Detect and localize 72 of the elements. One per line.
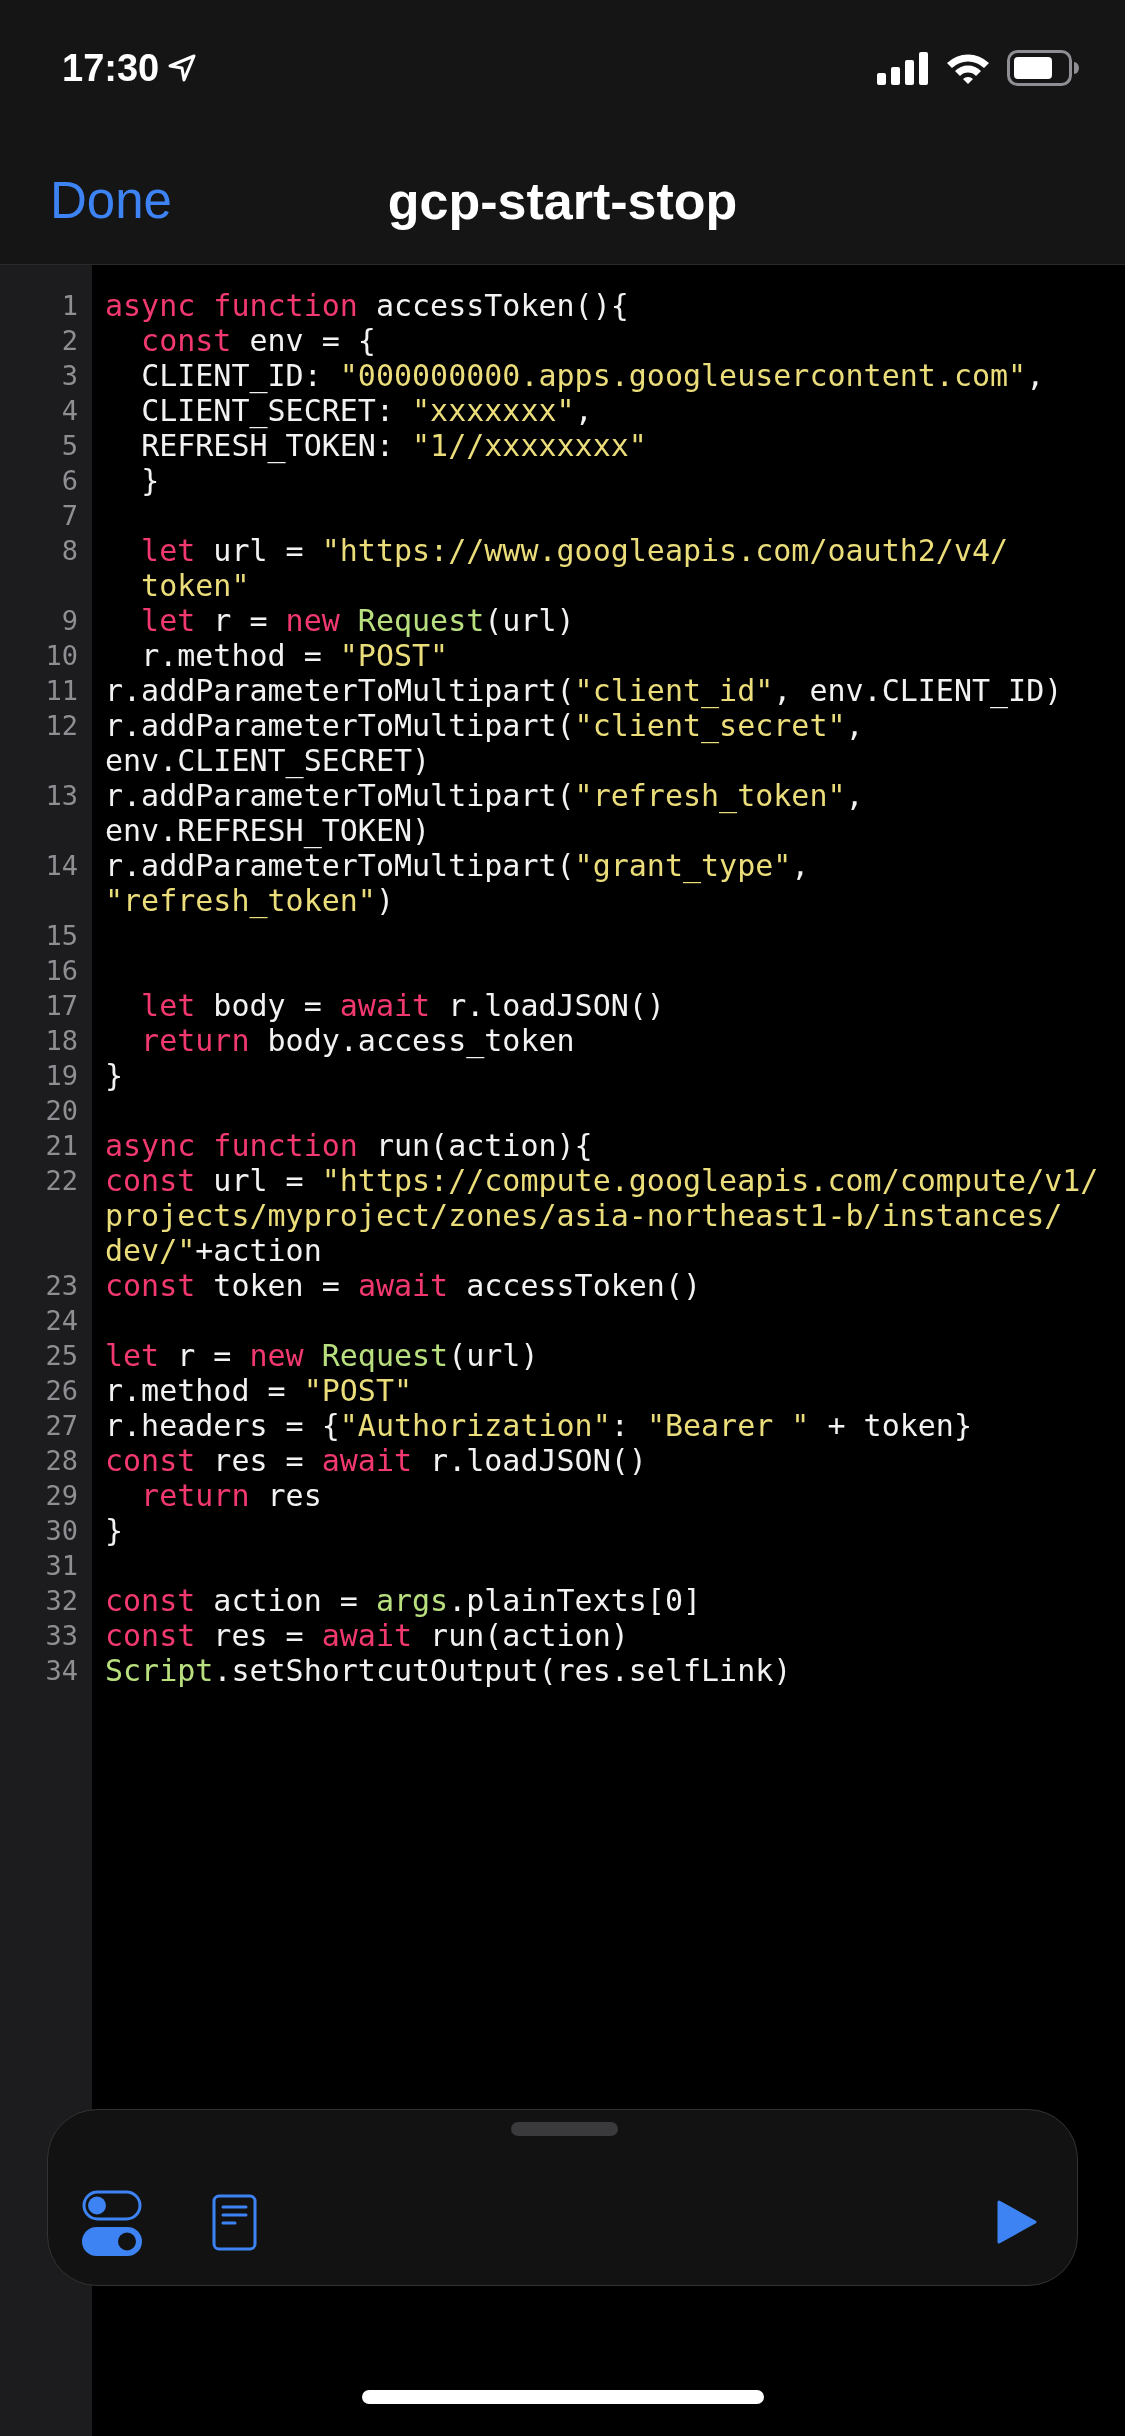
wifi-icon [945,51,991,85]
code-line: const res = await run(action) [105,1618,630,1653]
code-line: CLIENT_SECRET: "xxxxxxx", [140,393,594,428]
code-line: async function accessToken(){ [105,288,630,323]
line-number: 11 [45,674,78,708]
code-line: const env = { [140,323,377,358]
line-number: 14 [45,849,78,883]
line-number: 6 [61,464,78,498]
line-number: 20 [45,1094,78,1128]
line-number: 7 [61,499,78,533]
battery-icon [1007,50,1079,86]
code-line: Script.setShortcutOutput(res.selfLink) [105,1653,793,1688]
line-number: 8 [61,534,78,568]
document-icon[interactable] [212,2194,257,2251]
code-line: r.addParameterToMultipart("refresh_token", env.REFRESH_TOKEN) [105,778,865,848]
script-title: gcp-start-stop [387,170,738,232]
line-number: 17 [45,989,78,1023]
line-number: 5 [61,429,78,463]
code-line: let body = await r.loadJSON() [140,988,666,1023]
line-number: 25 [45,1339,78,1373]
code-line: r.addParameterToMultipart("client_secret", env.CLIENT_SECRET) [105,708,864,778]
line-number: 19 [45,1059,78,1093]
line-number: 9 [61,604,78,638]
code-line: } [105,1058,125,1093]
play-icon[interactable] [996,2199,1037,2245]
done-button[interactable]: Done [50,162,172,239]
code-line: r.addParameterToMultipart("grant_type", "refresh_token") [105,848,811,918]
code-line: } [140,463,160,498]
line-number: 3 [61,359,78,393]
code-line: let url = "https://www.googleapis.com/oauth2/v4/token" [140,533,1010,603]
line-number: 34 [45,1654,78,1688]
line-number: 16 [45,954,78,988]
line-number: 26 [45,1374,78,1408]
line-number: 15 [45,919,78,953]
line-number: 29 [45,1479,78,1513]
line-number: 32 [45,1584,78,1618]
signal-icon [877,51,929,85]
line-number: 33 [45,1619,78,1653]
line-number: 28 [45,1444,78,1478]
line-number: 10 [45,639,78,673]
code-line: REFRESH_TOKEN: "1//xxxxxxxx" [140,428,648,463]
line-number: 2 [61,324,78,358]
line-number: 1 [61,289,78,323]
code-line: r.headers = {"Authorization": "Bearer " + token} [105,1408,973,1443]
line-number: 4 [61,394,78,428]
line-number: 31 [45,1549,78,1583]
line-number: 24 [45,1304,78,1338]
code-line: const action = args.plainTexts[0] [105,1583,703,1618]
code-line: let r = new Request(url) [140,603,576,638]
code-line: async function run(action){ [105,1128,594,1163]
line-number: 12 [45,709,78,743]
code-line: const token = await accessToken() [105,1268,703,1303]
code-line: CLIENT_ID: "000000000.apps.googleusercontent.com", [140,358,1046,393]
line-number: 23 [45,1269,78,1303]
line-number: 18 [45,1024,78,1058]
location-arrow-icon [167,53,198,83]
code-line: return body.access_token [140,1023,576,1058]
line-number: 30 [45,1514,78,1548]
line-number: 27 [45,1409,78,1443]
code-line: r.addParameterToMultipart("client_id", env.CLIENT_ID) [105,673,1064,708]
code-line: r.method = "POST" [105,1373,414,1408]
code-line: return res [140,1478,323,1513]
line-number: 21 [45,1129,78,1163]
code-line: const res = await r.loadJSON() [105,1443,648,1478]
code-line: r.method = "POST" [140,638,450,673]
line-number: 13 [45,779,78,813]
line-number: 22 [45,1164,78,1198]
status-time: 17:30 [62,45,160,91]
toggles-icon[interactable] [82,2190,142,2256]
code-line: } [105,1513,125,1548]
code-line: let r = new Request(url) [105,1338,540,1373]
drag-handle[interactable] [511,2122,618,2136]
